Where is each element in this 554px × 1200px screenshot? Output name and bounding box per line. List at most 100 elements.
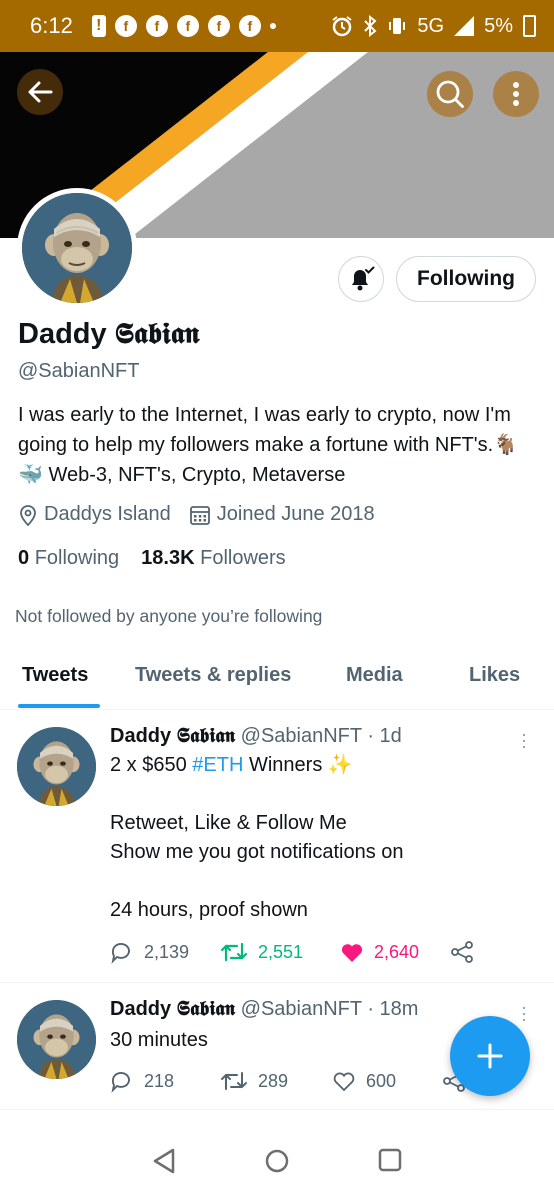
facebook-notification-icon: f xyxy=(207,15,230,37)
retweet-icon xyxy=(220,942,248,962)
heart-filled-icon xyxy=(341,944,363,962)
following-button[interactable]: Following xyxy=(396,256,536,302)
retweet-count: 2,551 xyxy=(258,941,304,962)
tweet-header: Daddy 𝕾𝖆𝖇𝖎𝖆𝖓 @SabianNFT · 18m xyxy=(110,998,418,1021)
retweet-button[interactable]: 2,551 xyxy=(220,941,340,963)
retweet-button[interactable]: 289 xyxy=(220,1070,332,1092)
tab-likes[interactable]: Likes xyxy=(469,664,520,687)
search-icon xyxy=(436,80,464,108)
status-bar: 6:12 ! f f f f f 5G 5% xyxy=(0,0,554,52)
share-icon xyxy=(451,941,473,963)
tab-media[interactable]: Media xyxy=(346,664,403,687)
reply-button[interactable]: 218 xyxy=(110,1069,220,1093)
hashtag-link[interactable]: #ETH xyxy=(192,754,243,776)
tweet-text: 30 minutes xyxy=(110,1029,208,1051)
facebook-notification-icon: f xyxy=(114,15,137,37)
followers-label: Followers xyxy=(200,547,286,569)
following-stat-link[interactable]: 0 Following xyxy=(18,547,119,570)
reply-count: 2,139 xyxy=(144,941,190,962)
retweet-count: 289 xyxy=(258,1070,289,1091)
location-pin-icon xyxy=(20,504,36,526)
system-navigation-bar xyxy=(0,1110,554,1200)
like-count: 2,640 xyxy=(374,941,420,962)
followers-stat-link[interactable]: 18.3K Followers xyxy=(141,547,286,570)
notifications-bell-button[interactable] xyxy=(338,256,384,302)
profile-bio: I was early to the Internet, I was early… xyxy=(18,404,519,486)
nav-back-icon[interactable] xyxy=(152,1148,176,1174)
reply-bubble-icon xyxy=(111,1072,130,1093)
alarm-icon xyxy=(332,16,353,37)
tweet-item[interactable]: Daddy 𝕾𝖆𝖇𝖎𝖆𝖓 @SabianNFT · 1d · · · 2 x $65… xyxy=(0,711,554,983)
tweet-author-name[interactable]: Daddy 𝕾𝖆𝖇𝖎𝖆𝖓 xyxy=(110,998,235,1020)
battery-percent: 5% xyxy=(484,14,513,37)
tweet-time: · 18m xyxy=(367,998,419,1020)
tweet-text-part: 2 x $650 xyxy=(110,754,193,776)
profile-stats: 0 Following 18.3K Followers xyxy=(18,547,286,570)
tweet-actions: 2,139 2,551 2,640 xyxy=(110,940,474,964)
joined-item: Joined June 2018 xyxy=(189,503,375,526)
more-vertical-icon xyxy=(513,82,519,106)
ape-avatar-image xyxy=(22,193,132,303)
bell-subscribed-icon xyxy=(352,266,375,291)
like-button[interactable]: 600 xyxy=(332,1070,442,1092)
vibrate-icon xyxy=(389,18,406,34)
tweet-author-avatar[interactable] xyxy=(17,1000,96,1079)
joined-text: Joined June 2018 xyxy=(216,503,375,525)
facebook-notification-icon: f xyxy=(238,15,261,37)
tweet-author-handle[interactable]: @SabianNFT xyxy=(241,998,362,1020)
profile-tabs: Tweets Tweets & replies Media Likes xyxy=(0,650,554,710)
location-item: Daddys Island xyxy=(18,503,171,526)
followers-count: 18.3K xyxy=(141,547,195,569)
facebook-notification-icon: f xyxy=(145,15,168,37)
back-button[interactable] xyxy=(17,69,63,115)
battery-icon xyxy=(523,15,536,37)
retweet-icon xyxy=(221,1072,247,1090)
like-count: 600 xyxy=(366,1070,397,1091)
tweet-time: · 1d xyxy=(367,725,402,747)
tweet-more-icon[interactable]: · · · xyxy=(520,998,528,1028)
tweet-text-part: Winners ✨ xyxy=(243,754,353,776)
tweet-text-line: Show me you got notifications on xyxy=(110,841,404,863)
alert-icon: ! xyxy=(91,15,106,37)
nav-recents-icon[interactable] xyxy=(378,1148,402,1172)
following-count: 0 xyxy=(18,547,30,569)
compose-tweet-button[interactable] xyxy=(450,1016,530,1096)
active-tab-indicator xyxy=(18,704,100,708)
tab-tweets[interactable]: Tweets xyxy=(22,664,88,687)
bluetooth-icon xyxy=(364,15,377,37)
profile-handle: @SabianNFT xyxy=(18,360,140,382)
nav-home-icon[interactable] xyxy=(264,1148,290,1174)
network-type: 5G xyxy=(417,14,445,37)
facebook-notification-icon: f xyxy=(176,15,199,37)
location-text: Daddys Island xyxy=(44,503,171,525)
reply-bubble-icon xyxy=(111,943,130,964)
like-button[interactable]: 2,640 xyxy=(340,941,450,963)
tweet-author-handle[interactable]: @SabianNFT xyxy=(241,725,362,747)
tweet-author-name[interactable]: Daddy 𝕾𝖆𝖇𝖎𝖆𝖓 xyxy=(110,725,235,747)
profile-display-name: Daddy 𝕾𝖆𝖇𝖎𝖆𝖓 xyxy=(18,318,200,350)
share-button[interactable] xyxy=(450,940,474,964)
heart-outline-icon xyxy=(333,1072,355,1092)
more-options-button[interactable] xyxy=(493,71,539,117)
arrow-left-icon xyxy=(28,81,53,103)
tweet-header: Daddy 𝕾𝖆𝖇𝖎𝖆𝖓 @SabianNFT · 1d xyxy=(110,725,402,748)
profile-meta: Daddys Island Joined June 2018 xyxy=(18,503,393,526)
followed-by-note: Not followed by anyone you’re following xyxy=(15,606,323,626)
tweet-author-avatar[interactable] xyxy=(17,727,96,806)
tweet-more-icon[interactable]: · · · xyxy=(520,725,528,755)
tweet-text: 2 x $650 #ETH Winners ✨ Retweet, Like & … xyxy=(110,751,404,925)
signal-icon xyxy=(454,16,475,36)
tweet-actions: 218 289 600 xyxy=(110,1069,466,1093)
tab-tweets-replies[interactable]: Tweets & replies xyxy=(135,664,291,687)
reply-button[interactable]: 2,139 xyxy=(110,940,220,964)
plus-icon xyxy=(477,1043,503,1069)
search-button[interactable] xyxy=(427,71,473,117)
more-notifications-dot-icon xyxy=(269,23,276,29)
reply-count: 218 xyxy=(144,1070,175,1091)
status-time: 6:12 xyxy=(30,13,73,38)
profile-avatar[interactable] xyxy=(17,188,137,308)
calendar-icon xyxy=(189,505,210,525)
tweet-text-line: 24 hours, proof shown xyxy=(110,899,308,921)
tweet-text-line: Retweet, Like & Follow Me xyxy=(110,812,347,834)
following-label: Following xyxy=(34,547,120,569)
